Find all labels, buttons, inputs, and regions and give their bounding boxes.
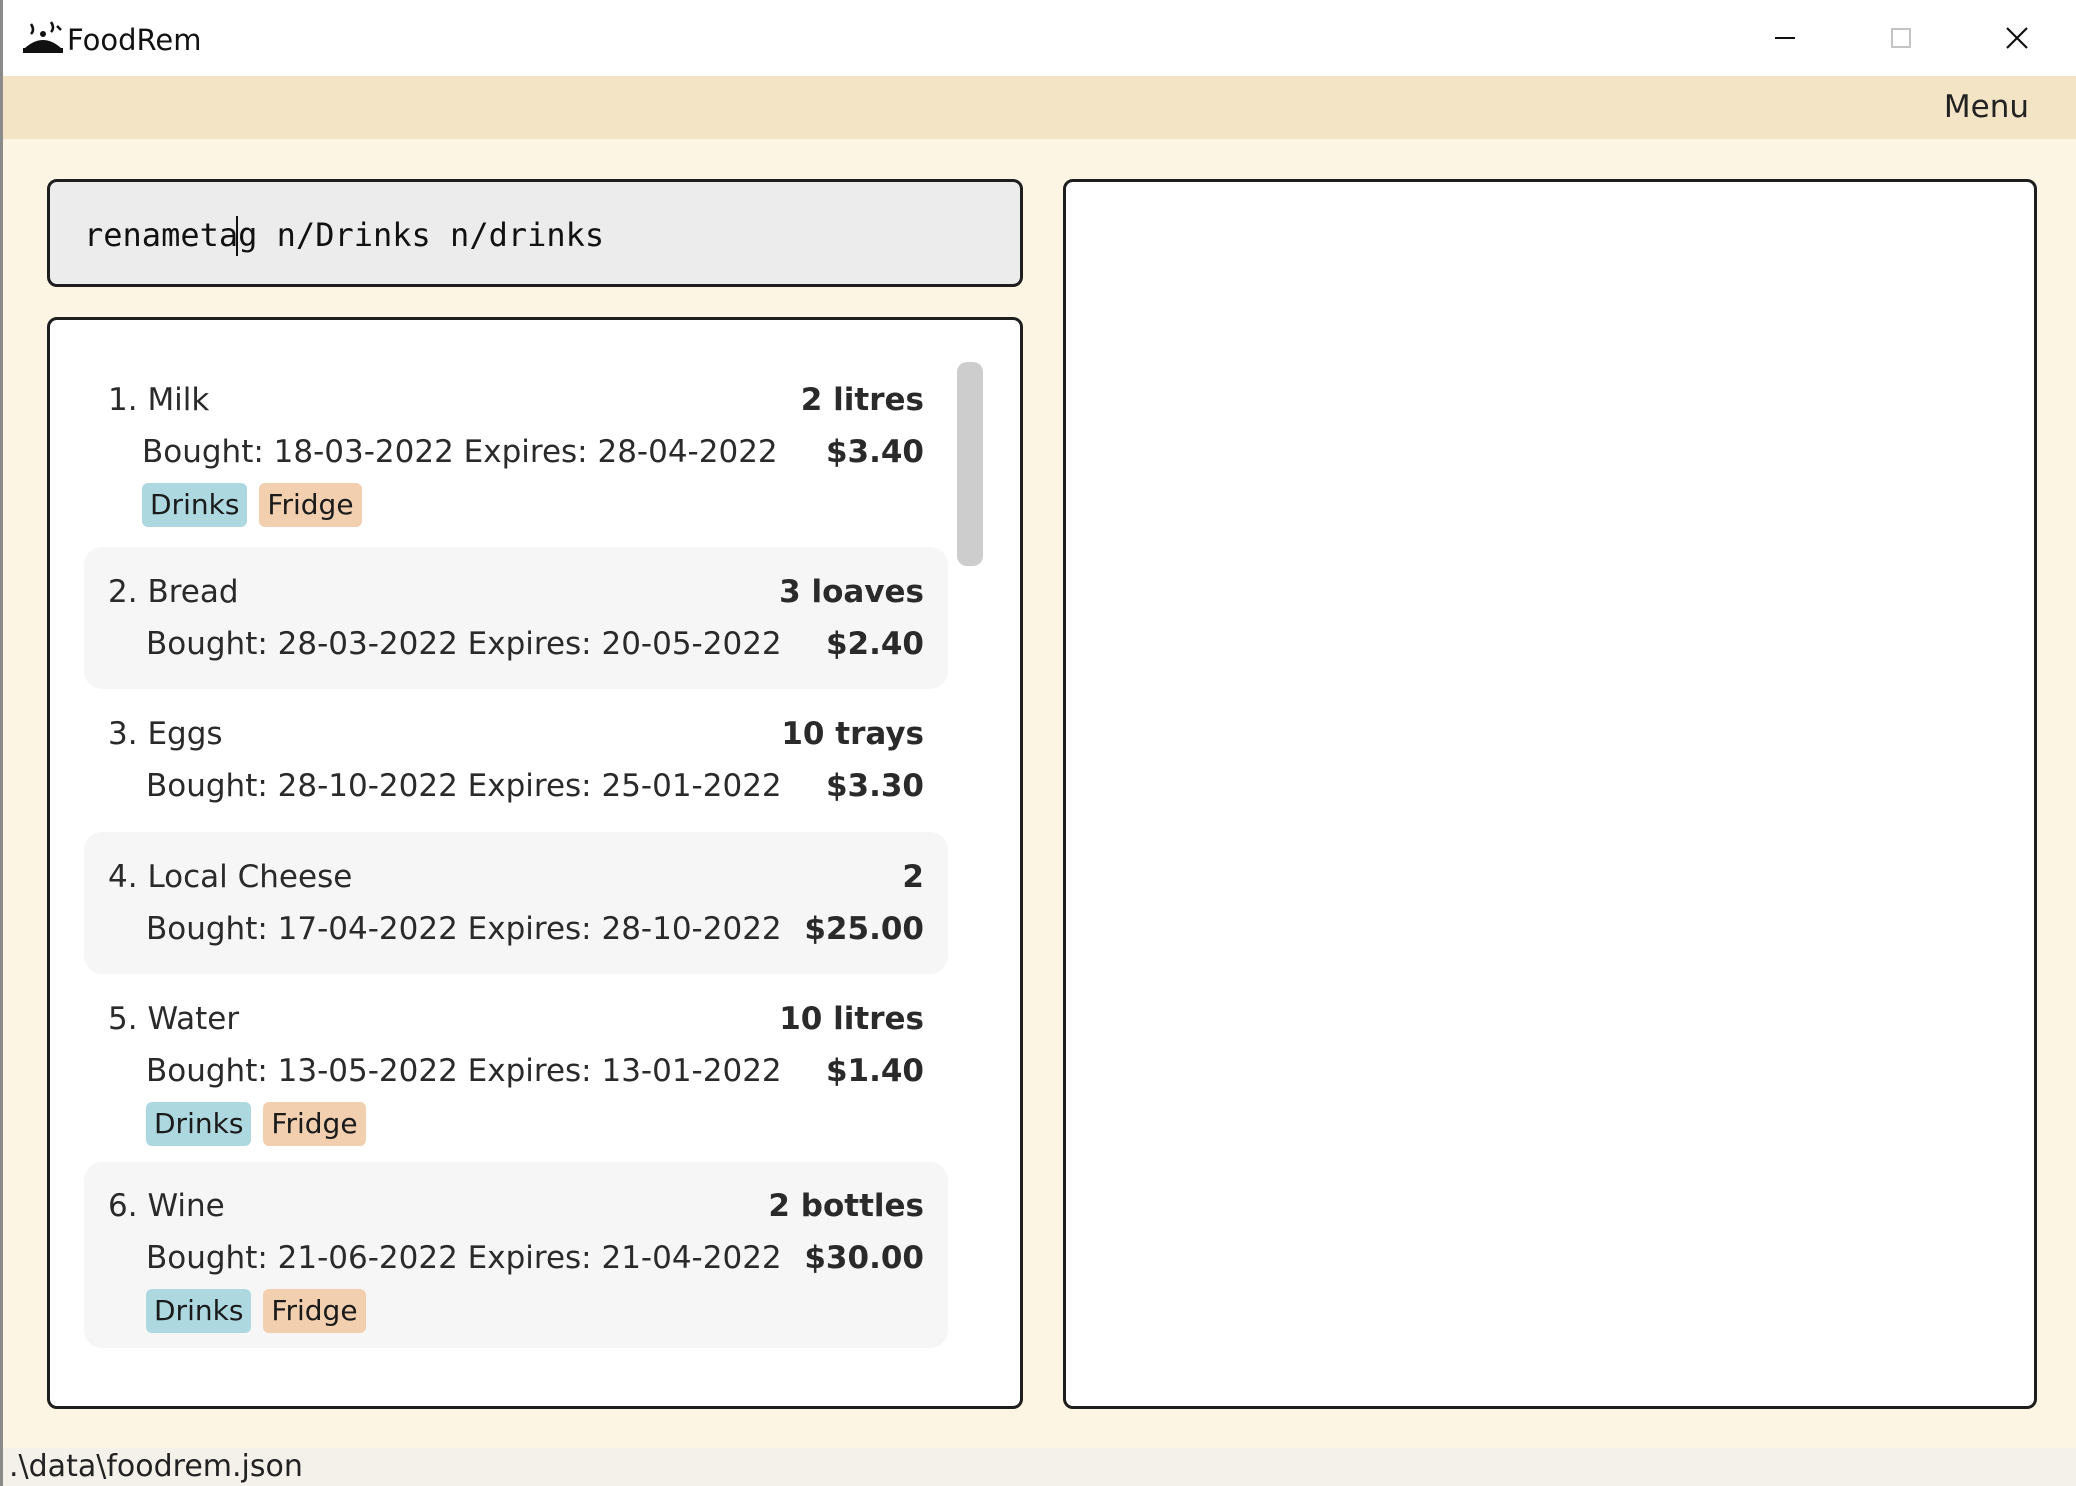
tag-drinks: Drinks [142,483,248,527]
food-item-price: $3.30 [825,768,924,804]
food-item-card[interactable]: 1. Milk 2 litres Bought: 18-03-2022 Expi… [84,360,948,547]
minimize-button[interactable] [1727,0,1843,76]
status-bar: .\data\foodrem.json [3,1448,2076,1486]
tag-fridge: Fridge [259,483,362,527]
food-item-name: 4. Local Cheese [108,859,353,895]
food-item-name: 6. Wine [108,1188,225,1224]
tag-list: Drinks Fridge [108,478,924,532]
tag-drinks: Drinks [146,1102,252,1146]
food-item-price: $25.00 [804,911,924,947]
tag-fridge: Fridge [263,1289,366,1333]
foodrem-logo-icon [23,21,63,53]
command-input[interactable]: renametag n/Drinks n/drinks [47,179,1023,287]
food-item-quantity: 10 trays [781,716,924,752]
title-bar[interactable]: FoodRem [3,0,2076,76]
food-item-card[interactable]: 6. Wine 2 bottles Bought: 21-06-2022 Exp… [84,1162,948,1348]
food-item-quantity: 2 [902,859,924,895]
food-item-list[interactable]: 1. Milk 2 litres Bought: 18-03-2022 Expi… [47,317,1023,1409]
food-item-name: 1. Milk [108,382,210,418]
food-item-quantity: 2 bottles [768,1188,924,1224]
food-item-name: 2. Bread [108,574,239,610]
window-title: FoodRem [67,23,202,57]
food-item-card[interactable]: 5. Water 10 litres Bought: 13-05-2022 Ex… [84,974,948,1162]
close-icon [2006,27,2028,49]
minimize-icon [1775,37,1795,39]
tag-list: Drinks Fridge [108,1097,924,1151]
food-item-quantity: 3 loaves [779,574,924,610]
food-item-price: $2.40 [825,626,924,662]
list-scrollbar[interactable] [957,362,983,566]
food-item-card[interactable]: 4. Local Cheese 2 Bought: 17-04-2022 Exp… [84,832,948,974]
food-item-price: $30.00 [804,1240,924,1276]
food-item-card[interactable]: 3. Eggs 10 trays Bought: 28-10-2022 Expi… [84,689,948,832]
food-item-quantity: 2 litres [800,382,924,418]
food-item-dates: Bought: 28-03-2022 Expires: 20-05-2022 [146,626,782,662]
food-item-quantity: 10 litres [779,1001,924,1037]
close-button[interactable] [1959,0,2075,76]
food-item-dates: Bought: 28-10-2022 Expires: 25-01-2022 [146,768,782,804]
food-item-dates: Bought: 21-06-2022 Expires: 21-04-2022 [146,1240,782,1276]
tag-fridge: Fridge [263,1102,366,1146]
menu-button[interactable]: Menu [1938,86,2035,128]
food-item-dates: Bought: 17-04-2022 Expires: 28-10-2022 [146,911,782,947]
food-item-name: 3. Eggs [108,716,223,752]
food-item-card[interactable]: 2. Bread 3 loaves Bought: 28-03-2022 Exp… [84,547,948,689]
food-item-price: $1.40 [825,1053,924,1089]
food-item-price: $3.40 [825,434,924,470]
maximize-icon [1891,28,1911,48]
food-item-name: 5. Water [108,1001,240,1037]
result-display [1063,179,2037,1409]
text-caret [236,216,238,256]
food-item-dates: Bought: 13-05-2022 Expires: 13-01-2022 [146,1053,782,1089]
food-item-dates: Bought: 18-03-2022 Expires: 28-04-2022 [142,434,778,470]
data-file-path: .\data\foodrem.json [9,1449,303,1484]
menu-bar: Menu [3,76,2076,139]
list-viewport: 1. Milk 2 litres Bought: 18-03-2022 Expi… [84,360,954,1390]
tag-list: Drinks Fridge [108,1284,924,1338]
command-input-text: renametag n/Drinks n/drinks [84,216,605,254]
tag-drinks: Drinks [146,1289,252,1333]
maximize-button[interactable] [1843,0,1959,76]
app-window: FoodRem Menu renametag n/Drinks n/drinks [0,0,2076,1486]
food-item-card-partial[interactable] [84,1348,948,1390]
